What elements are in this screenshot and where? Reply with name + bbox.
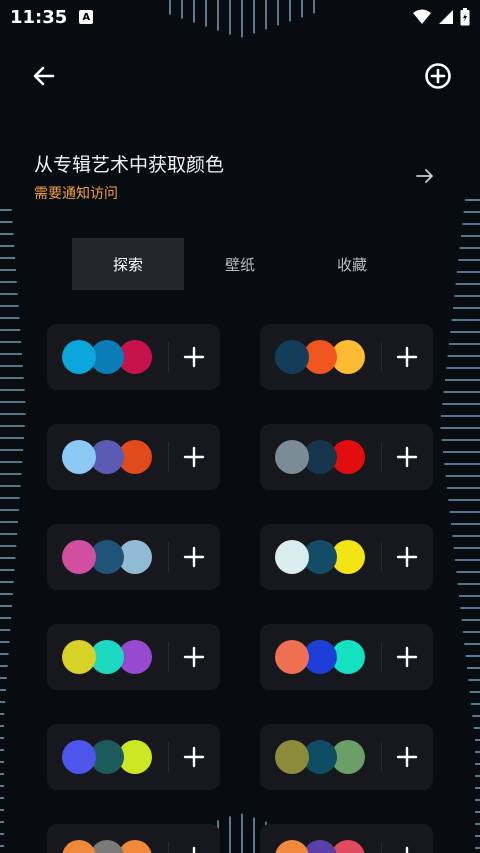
palette-card[interactable]	[260, 724, 433, 790]
plus-circle-icon	[425, 63, 451, 89]
plus-icon	[192, 846, 196, 853]
add-palette-to-favorites-button[interactable]	[384, 434, 430, 480]
card-divider	[168, 742, 169, 772]
palette-card[interactable]	[260, 824, 433, 853]
add-palette-to-favorites-button[interactable]	[171, 534, 217, 580]
color-swatch	[62, 540, 96, 574]
palette-swatches	[275, 640, 375, 674]
color-swatch	[275, 740, 309, 774]
palette-swatches	[275, 340, 375, 374]
status-icons	[412, 8, 470, 26]
card-divider	[168, 342, 169, 372]
plus-icon	[396, 646, 418, 668]
palette-swatches	[62, 440, 162, 474]
palette-card[interactable]	[260, 524, 433, 590]
palette-swatches	[275, 440, 375, 474]
color-swatch	[275, 640, 309, 674]
palette-swatches	[62, 840, 162, 853]
arrow-right-icon	[416, 169, 433, 183]
plus-icon	[396, 346, 418, 368]
add-palette-to-favorites-button[interactable]	[384, 734, 430, 780]
plus-icon	[183, 646, 205, 668]
palette-card[interactable]	[260, 324, 433, 390]
add-palette-to-favorites-button[interactable]	[171, 734, 217, 780]
tab-favorites[interactable]: 收藏	[296, 238, 408, 290]
back-button[interactable]	[28, 60, 60, 92]
add-palette-button[interactable]	[422, 60, 454, 92]
color-swatch	[62, 440, 96, 474]
card-divider	[381, 642, 382, 672]
card-divider	[168, 642, 169, 672]
tab-bar: 探索 壁纸 收藏	[72, 238, 408, 290]
arrow-left-icon	[33, 66, 55, 86]
plus-icon	[183, 546, 205, 568]
palette-card[interactable]	[47, 724, 220, 790]
color-swatch	[275, 340, 309, 374]
status-time: 11:35	[10, 6, 68, 28]
card-divider	[381, 342, 382, 372]
palette-swatches	[62, 340, 162, 374]
palette-swatches	[275, 840, 375, 853]
battery-icon	[460, 8, 470, 26]
card-divider	[381, 442, 382, 472]
notification-a-icon: A	[79, 10, 94, 24]
card-divider	[168, 842, 169, 853]
plus-icon	[183, 346, 205, 368]
add-palette-to-favorites-button[interactable]	[171, 334, 217, 380]
color-swatch	[275, 440, 309, 474]
add-palette-to-favorites-button[interactable]	[171, 434, 217, 480]
color-swatch	[275, 840, 309, 853]
wifi-icon	[413, 9, 431, 24]
color-swatch	[62, 340, 96, 374]
add-palette-to-favorites-button[interactable]	[384, 834, 430, 853]
palette-swatches	[275, 740, 375, 774]
color-swatch	[62, 840, 96, 853]
palette-swatches	[62, 740, 162, 774]
plus-icon	[183, 746, 205, 768]
plus-icon	[396, 546, 418, 568]
color-swatch	[62, 640, 96, 674]
palette-swatches	[62, 540, 162, 574]
plus-icon	[183, 446, 205, 468]
signal-icon	[439, 10, 453, 24]
tab-explore[interactable]: 探索	[72, 238, 184, 290]
color-swatch	[275, 540, 309, 574]
palette-card[interactable]	[47, 524, 220, 590]
album-art-title: 从专辑艺术中获取颜色	[34, 154, 225, 176]
card-divider	[168, 542, 169, 572]
app-bar	[0, 52, 480, 100]
palette-card[interactable]	[47, 424, 220, 490]
card-divider	[168, 442, 169, 472]
add-palette-to-favorites-button[interactable]	[384, 334, 430, 380]
card-divider	[381, 842, 382, 853]
palette-card[interactable]	[47, 324, 220, 390]
add-palette-to-favorites-button[interactable]	[171, 634, 217, 680]
color-swatch	[62, 740, 96, 774]
add-palette-to-favorites-button[interactable]	[171, 834, 217, 853]
palette-swatches	[62, 640, 162, 674]
album-art-banner[interactable]: 从专辑艺术中获取颜色 需要通知访问	[34, 150, 454, 210]
notification-access-subtitle: 需要通知访问	[34, 186, 118, 202]
plus-icon	[405, 846, 409, 853]
add-palette-to-favorites-button[interactable]	[384, 634, 430, 680]
status-bar: 11:35 A	[0, 0, 480, 34]
plus-icon	[396, 746, 418, 768]
plus-icon	[396, 446, 418, 468]
add-palette-to-favorites-button[interactable]	[384, 534, 430, 580]
palette-card[interactable]	[47, 824, 220, 853]
card-divider	[381, 542, 382, 572]
palette-card[interactable]	[260, 624, 433, 690]
card-divider	[381, 742, 382, 772]
palette-swatches	[275, 540, 375, 574]
palette-card[interactable]	[47, 624, 220, 690]
tab-wallpaper[interactable]: 壁纸	[184, 238, 296, 290]
palette-card[interactable]	[260, 424, 433, 490]
